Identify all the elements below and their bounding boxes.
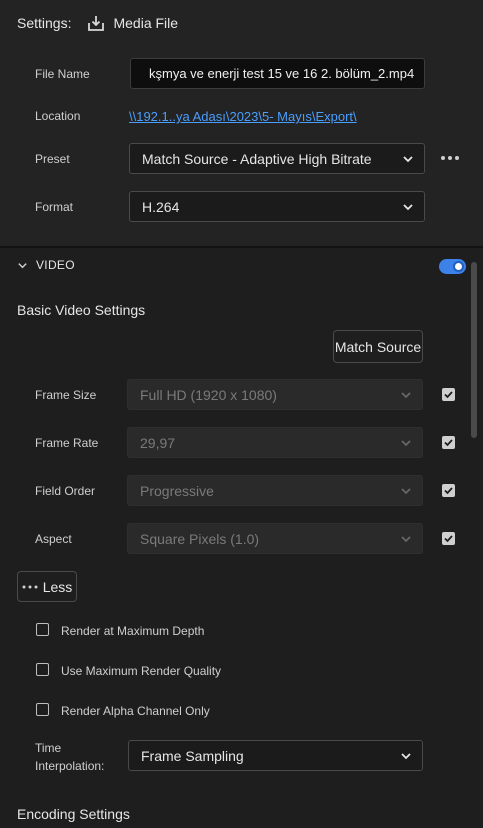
encoding-settings-title: Encoding Settings [17, 806, 130, 822]
alpha-only-checkbox[interactable] [36, 703, 49, 716]
video-enable-toggle[interactable] [439, 259, 466, 274]
field-order-label: Field Order [35, 484, 96, 498]
time-interp-value: Frame Sampling [141, 747, 244, 764]
preset-label: Preset [35, 152, 70, 166]
field-order-value: Progressive [140, 482, 214, 499]
frame-size-value: Full HD (1920 x 1080) [140, 386, 277, 403]
basic-video-settings-title: Basic Video Settings [17, 302, 146, 318]
time-interp-label-line2: Interpolation: [35, 759, 105, 773]
toggle-knob [453, 261, 464, 272]
frame-size-dropdown[interactable]: Full HD (1920 x 1080) [127, 379, 423, 410]
format-dropdown[interactable]: H.264 [129, 191, 425, 222]
checkmark-icon [444, 487, 453, 495]
chevron-down-icon [401, 535, 411, 542]
preset-dropdown[interactable]: Match Source - Adaptive High Bitrate [129, 143, 425, 174]
chevron-down-icon [401, 391, 411, 398]
less-label: Less [42, 578, 73, 595]
chevron-down-icon [401, 487, 411, 494]
max-render-quality-label: Use Maximum Render Quality [61, 664, 222, 678]
field-order-dropdown[interactable]: Progressive [127, 475, 423, 506]
max-render-quality-checkbox[interactable] [36, 663, 49, 676]
alpha-only-label: Render Alpha Channel Only [61, 704, 210, 718]
settings-header: Settings: Media File [17, 13, 178, 33]
collapse-chevron-icon[interactable] [17, 260, 28, 271]
location-label: Location [35, 109, 81, 123]
time-interp-dropdown[interactable]: Frame Sampling [128, 740, 423, 771]
file-name-value: kşmya ve enerji test 15 ve 16 2. bölüm_2… [149, 66, 415, 81]
frame-rate-checkbox[interactable] [442, 436, 455, 449]
frame-size-checkbox[interactable] [442, 388, 455, 401]
less-button[interactable]: Less [17, 571, 77, 602]
more-icon[interactable] [441, 150, 459, 166]
section-divider [0, 246, 483, 248]
chevron-down-icon [403, 203, 413, 210]
more-icon [22, 585, 38, 588]
aspect-value: Square Pixels (1.0) [140, 530, 260, 547]
format-label: Format [35, 200, 74, 214]
checkmark-icon [444, 439, 453, 447]
file-name-input[interactable]: kşmya ve enerji test 15 ve 16 2. bölüm_2… [130, 58, 425, 89]
render-max-depth-label: Render at Maximum Depth [61, 624, 205, 638]
chevron-down-icon [401, 439, 411, 446]
export-icon [87, 14, 105, 32]
location-link[interactable]: \\192.1..ya Adası\2023\5- Mayıs\Export\ [129, 109, 357, 124]
frame-rate-value: 29,97 [140, 434, 176, 451]
preset-value: Match Source - Adaptive High Bitrate [142, 150, 372, 167]
settings-label: Settings: [17, 15, 72, 31]
render-max-depth-checkbox[interactable] [36, 623, 49, 636]
scrollbar-thumb[interactable] [471, 262, 477, 438]
frame-rate-label: Frame Rate [35, 436, 99, 450]
format-value: H.264 [142, 198, 180, 215]
aspect-label: Aspect [35, 532, 72, 546]
chevron-down-icon [401, 752, 411, 759]
aspect-checkbox[interactable] [442, 532, 455, 545]
video-section-header[interactable]: VIDEO [17, 258, 75, 272]
frame-size-label: Frame Size [35, 388, 97, 402]
file-name-label: File Name [35, 67, 90, 81]
aspect-dropdown[interactable]: Square Pixels (1.0) [127, 523, 423, 554]
frame-rate-dropdown[interactable]: 29,97 [127, 427, 423, 458]
video-section-label: VIDEO [36, 258, 75, 272]
media-file-label[interactable]: Media File [113, 15, 178, 31]
checkmark-icon [444, 391, 453, 399]
time-interp-label-line1: Time [35, 741, 62, 755]
field-order-checkbox[interactable] [442, 484, 455, 497]
match-source-button[interactable]: Match Source [333, 330, 423, 363]
chevron-down-icon [403, 155, 413, 162]
checkmark-icon [444, 535, 453, 543]
